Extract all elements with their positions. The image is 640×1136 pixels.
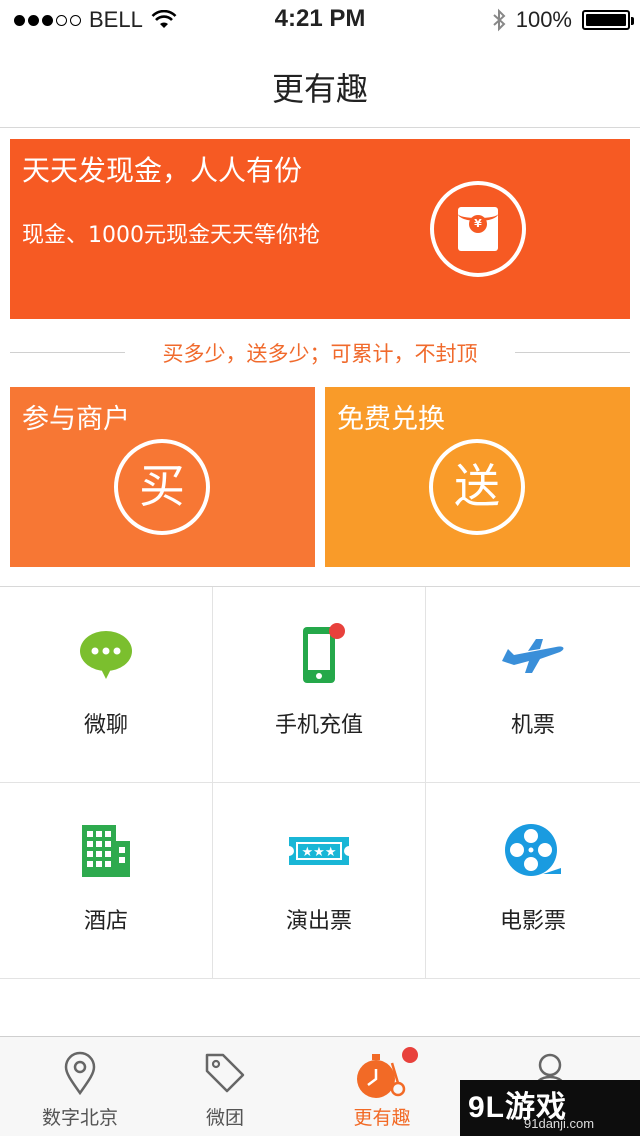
site-watermark: 9L游戏 91danji.com xyxy=(460,1080,640,1136)
service-label: 手机充值 xyxy=(274,713,363,738)
service-flight[interactable]: 机票 xyxy=(426,587,640,783)
cash-promo-banner[interactable]: 天天发现金，人人有份 现金、1000元现金天天等你抢 ¥ xyxy=(10,139,630,319)
service-hotel[interactable]: 酒店 xyxy=(0,783,213,979)
banner-subtitle: 现金、1000元现金天天等你抢 xyxy=(22,223,320,248)
service-label: 演出票 xyxy=(285,909,352,934)
service-mobile-topup[interactable]: 手机充值 xyxy=(213,587,426,783)
notification-badge xyxy=(329,623,345,639)
chat-bubble-icon xyxy=(80,631,132,679)
service-show-ticket[interactable]: ★★★ 演出票 xyxy=(213,783,426,979)
tab-label: 更有趣 xyxy=(353,1107,411,1129)
red-envelope-icon: ¥ xyxy=(430,181,526,277)
page-title: 更有趣 xyxy=(271,70,368,108)
service-movie-ticket[interactable]: 电影票 xyxy=(426,783,640,979)
status-right: 100% xyxy=(492,7,634,33)
service-label: 微聊 xyxy=(83,713,128,738)
tab-label: 微团 xyxy=(205,1107,244,1129)
location-pin-icon xyxy=(64,1051,96,1095)
ticket-icon: ★★★ xyxy=(289,837,349,865)
slogan-text: 买多少，送多少；可累计，不封顶 xyxy=(162,342,478,366)
price-tag-icon xyxy=(205,1053,245,1093)
coin-glyph: ¥ xyxy=(469,215,487,233)
bluetooth-icon xyxy=(493,8,506,32)
slogan-divider: 买多少，送多少；可累计，不封顶 xyxy=(10,334,630,370)
service-grid: 微聊 手机充值 机票 酒店 ★★★ 演出票 电影票 xyxy=(0,586,640,979)
tab-more-fun[interactable]: 更有趣 xyxy=(302,1037,462,1136)
service-label: 酒店 xyxy=(83,909,128,934)
service-chat[interactable]: 微聊 xyxy=(0,587,213,783)
navigation-bar: 更有趣 xyxy=(0,40,640,128)
buy-glyph-icon: 买 xyxy=(114,439,210,535)
exchange-tile-title: 免费兑换 xyxy=(337,404,445,435)
battery-percent: 100% xyxy=(515,7,572,32)
watermark-url: 91danji.com xyxy=(524,1116,595,1131)
svg-text:★★★: ★★★ xyxy=(302,845,337,860)
give-glyph-icon: 送 xyxy=(429,439,525,535)
notification-badge xyxy=(402,1047,418,1063)
banner-title: 天天发现金，人人有份 xyxy=(22,154,303,187)
airplane-icon xyxy=(502,639,564,673)
tab-label: 数字北京 xyxy=(41,1107,118,1129)
merchant-tile-title: 参与商户 xyxy=(22,404,130,435)
merchant-tile[interactable]: 参与商户 买 xyxy=(10,387,315,567)
stopwatch-icon xyxy=(357,1054,406,1098)
exchange-tile[interactable]: 免费兑换 送 xyxy=(325,387,630,567)
film-reel-icon xyxy=(505,824,561,876)
tab-digital-beijing[interactable]: 数字北京 xyxy=(0,1037,160,1136)
status-bar: BELL 4:21 PM 100% xyxy=(0,0,640,40)
tab-group-buy[interactable]: 微团 xyxy=(145,1037,305,1136)
service-label: 机票 xyxy=(510,713,555,738)
hotel-building-icon xyxy=(82,825,130,877)
service-label: 电影票 xyxy=(499,909,566,934)
battery-icon xyxy=(582,10,634,30)
